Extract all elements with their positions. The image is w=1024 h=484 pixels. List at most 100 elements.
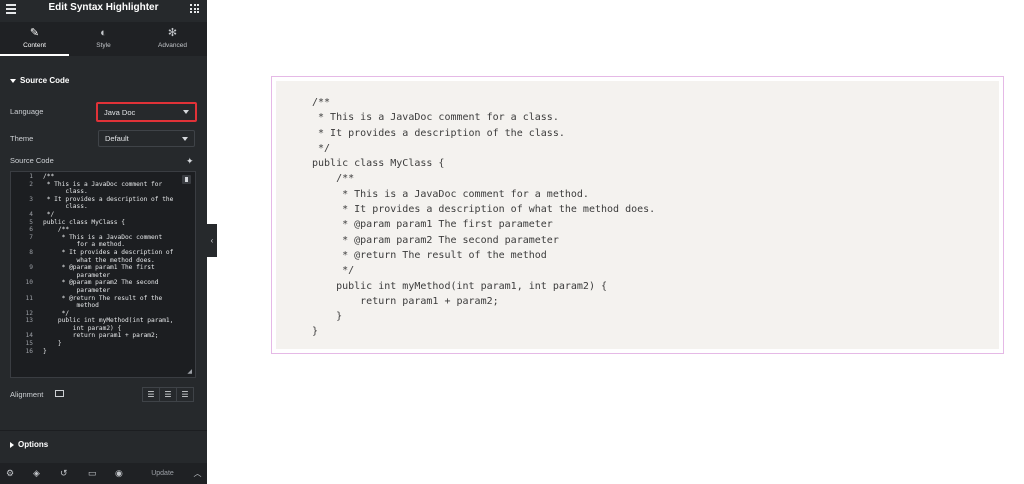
line-text: return param1 + param2; — [43, 332, 159, 340]
chevron-left-icon: ‹ — [210, 236, 214, 245]
divider — [0, 430, 207, 431]
line-text: parameter — [43, 286, 111, 294]
responsive-mode-icon[interactable]: ▭ — [88, 468, 97, 479]
section-source-code-toggle[interactable]: Source Code — [10, 76, 69, 85]
line-text: what the method does. — [43, 256, 155, 264]
widgets-grid-icon[interactable] — [190, 4, 199, 13]
caret-right-icon — [10, 441, 14, 448]
history-icon[interactable]: ↺ — [60, 468, 68, 479]
align-right-button[interactable]: ☰ — [177, 387, 194, 402]
line-number: 3 — [29, 195, 33, 203]
source-code-label: Source Code — [10, 156, 54, 165]
chevron-down-icon — [183, 110, 189, 114]
editor-line: 16} — [11, 348, 195, 356]
line-number: 8 — [29, 248, 33, 256]
line-number: 2 — [29, 180, 33, 188]
editor-line: class. — [11, 203, 195, 211]
half-circle-icon: ◐ — [100, 27, 107, 39]
line-text: for a method. — [43, 241, 125, 249]
line-text: * It provides a description of the — [43, 195, 174, 203]
preview-eye-icon[interactable]: ◉ — [115, 468, 123, 479]
tab-content[interactable]: ✎ Content — [0, 22, 69, 56]
editor-line: 9 * @param param1 The first — [11, 264, 195, 272]
line-text: /** — [43, 173, 55, 180]
line-text: * This is a JavaDoc comment for — [43, 180, 163, 188]
editor-sidebar: Edit Syntax Highlighter ✎ Content ◐ Styl… — [0, 0, 207, 484]
line-number: 15 — [25, 340, 33, 348]
align-center-icon: ☰ — [164, 390, 172, 399]
tab-advanced[interactable]: ✻ Advanced — [138, 22, 207, 56]
line-number: 6 — [29, 226, 33, 234]
collapse-panel-button[interactable]: ‹ — [207, 224, 217, 257]
editor-line: 1 /** — [11, 173, 195, 181]
language-label: Language — [10, 107, 44, 116]
editor-line: what the method does. — [11, 257, 195, 265]
code-block: /** * This is a JavaDoc comment for a cl… — [276, 81, 999, 349]
editor-line: 7 * This is a JavaDoc comment — [11, 234, 195, 242]
settings-icon[interactable]: ⚙ — [6, 468, 14, 479]
chevron-down-icon — [182, 136, 188, 141]
align-left-button[interactable]: ☰ — [142, 387, 160, 402]
editor-line: 3 * It provides a description of the — [11, 196, 195, 204]
line-number: 9 — [29, 264, 33, 272]
code-editor-text[interactable]: 1/** 2 * This is a JavaDoc comment for cl… — [11, 172, 195, 355]
line-text: */ — [43, 210, 55, 218]
line-text: * @return The result of the — [43, 294, 163, 302]
resize-handle-icon[interactable]: ◢ — [187, 368, 192, 375]
chevron-up-icon[interactable]: ︿ — [188, 463, 207, 484]
theme-select[interactable]: Default — [98, 130, 195, 147]
align-left-icon: ☰ — [147, 390, 155, 399]
editor-line: 12 */ — [11, 310, 195, 318]
panel-tabs: ✎ Content ◐ Style ✻ Advanced — [0, 22, 207, 56]
editor-line: 2 * This is a JavaDoc comment for — [11, 181, 195, 189]
panel-title: Edit Syntax Highlighter — [48, 2, 159, 13]
line-number: 4 — [29, 210, 33, 218]
highlighted-code: /** * This is a JavaDoc comment for a cl… — [312, 97, 656, 338]
editor-line: 5 public class MyClass { — [11, 219, 195, 227]
theme-label: Theme — [10, 134, 34, 143]
alignment-buttons: ☰ ☰ ☰ — [142, 387, 194, 402]
line-text: * This is a JavaDoc comment — [43, 233, 163, 241]
editor-line: parameter — [11, 272, 195, 280]
alignment-label: Alignment — [10, 390, 44, 399]
line-number: 14 — [25, 332, 33, 340]
line-number: 1 — [29, 173, 33, 180]
line-text: * It provides a description of — [43, 248, 174, 256]
update-button[interactable]: Update — [140, 463, 185, 484]
source-code-editor[interactable]: 1/** 2 * This is a JavaDoc comment for cl… — [10, 171, 196, 378]
editor-line: class. — [11, 188, 195, 196]
editor-line: 4 */ — [11, 211, 195, 219]
line-text: /** — [43, 226, 70, 234]
layers-icon[interactable]: ◈ — [33, 468, 40, 479]
line-number: 10 — [25, 279, 33, 287]
section-options-toggle[interactable]: Options — [10, 440, 48, 449]
tab-style[interactable]: ◐ Style — [69, 22, 138, 56]
align-center-button[interactable]: ☰ — [160, 387, 177, 402]
line-number: 11 — [25, 294, 33, 302]
line-text: public int myMethod(int param1, — [43, 317, 174, 325]
language-select[interactable]: Java Doc — [96, 102, 197, 122]
editor-line: 14 return param1 + param2; — [11, 332, 195, 340]
line-text: int param2) { — [43, 324, 122, 332]
monitor-icon[interactable] — [55, 390, 64, 397]
syntax-highlighter-widget[interactable]: /** * This is a JavaDoc comment for a cl… — [271, 76, 1004, 354]
line-text: * @param param2 The second — [43, 279, 159, 287]
gear-icon: ✻ — [167, 27, 178, 39]
line-number: 7 — [29, 233, 33, 241]
editor-line: 6 /** — [11, 226, 195, 234]
editor-line: parameter — [11, 287, 195, 295]
database-icon[interactable] — [182, 175, 191, 184]
line-text: class. — [43, 203, 88, 211]
ai-sparkle-icon[interactable]: ✦ — [186, 156, 194, 167]
line-number: 13 — [25, 317, 33, 325]
editor-line: 8 * It provides a description of — [11, 249, 195, 257]
editor-line: method — [11, 302, 195, 310]
line-text: * @param param1 The first — [43, 264, 155, 272]
line-text: */ — [43, 309, 70, 317]
line-text: class. — [43, 188, 88, 196]
editor-line: 15 } — [11, 340, 195, 348]
pencil-icon: ✎ — [29, 27, 40, 39]
line-number: 16 — [25, 347, 33, 355]
editor-line: 11 * @return The result of the — [11, 295, 195, 303]
line-text: } — [43, 347, 47, 355]
